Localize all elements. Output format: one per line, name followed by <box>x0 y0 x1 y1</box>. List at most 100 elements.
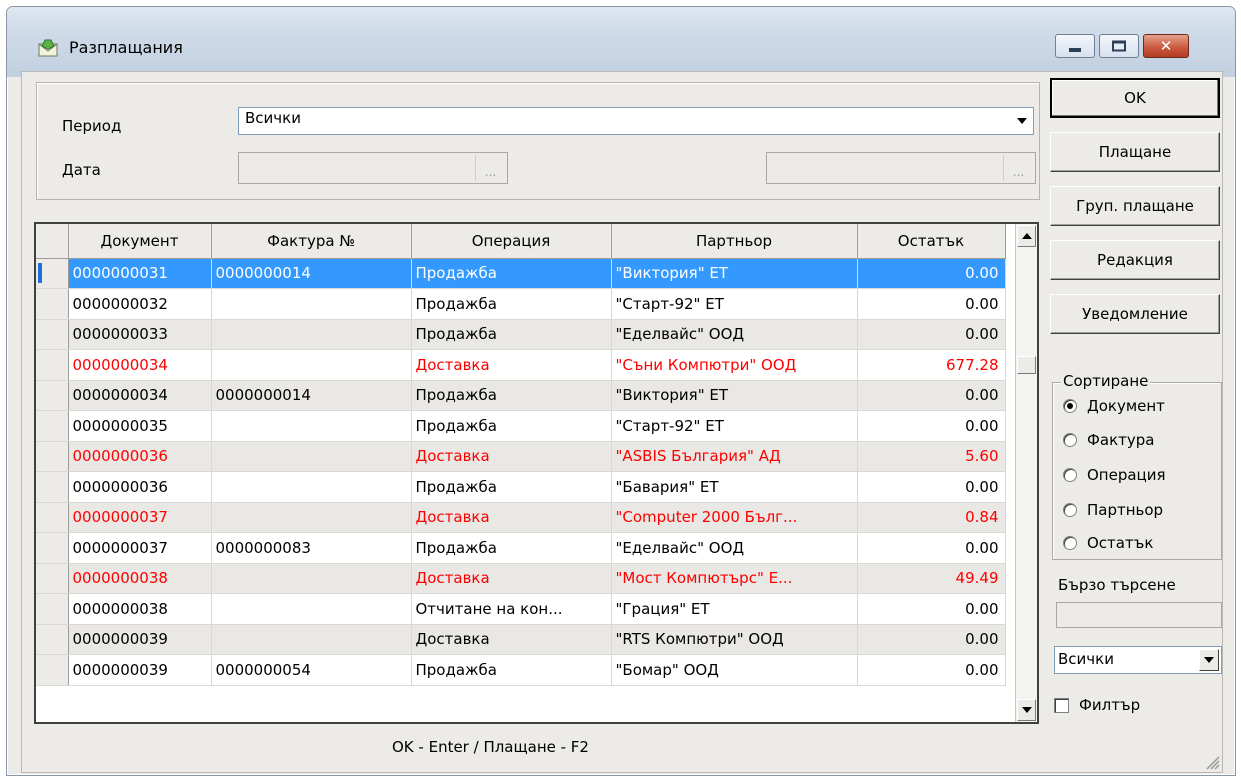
column-header-invoice[interactable]: Фактура № <box>211 224 412 259</box>
table-row[interactable]: 0000000034 0000000014 Продажба "Виктория… <box>36 380 1006 411</box>
sort-option-operation[interactable]: Операция <box>1063 466 1166 484</box>
cell-partner: "ASBIS България" АД <box>611 441 858 472</box>
cell-partner: "RTS Компютри" ООД <box>611 624 858 655</box>
filter-toggle[interactable]: Филтър <box>1054 696 1140 714</box>
quick-search-input[interactable] <box>1056 602 1222 628</box>
payments-window: Разплащания ✕ Период Всички Дата ... ...… <box>6 6 1236 776</box>
cell-invoice: 0000000083 <box>211 532 412 564</box>
scroll-thumb[interactable] <box>1017 356 1036 374</box>
row-indicator[interactable] <box>36 288 69 320</box>
date-from-field[interactable]: ... <box>238 152 508 184</box>
radio-button[interactable] <box>1063 503 1077 517</box>
cell-invoice <box>211 288 412 320</box>
cell-balance: 677.28 <box>857 349 1006 381</box>
close-button[interactable]: ✕ <box>1143 34 1189 58</box>
filters-panel: Период Всички Дата ... ... <box>36 82 1040 200</box>
cell-operation: Продажба <box>411 288 612 320</box>
table-row[interactable]: 0000000037 0000000083 Продажба "Еделвайс… <box>36 532 1006 564</box>
sort-option-balance[interactable]: Остатък <box>1063 534 1153 552</box>
cell-operation: Продажба <box>411 654 612 686</box>
cell-operation: Доставка <box>411 441 612 472</box>
row-indicator[interactable] <box>36 624 69 655</box>
row-indicator[interactable] <box>36 593 69 625</box>
radio-button[interactable] <box>1063 399 1077 413</box>
row-indicator[interactable] <box>36 532 69 564</box>
row-indicator[interactable] <box>36 410 69 442</box>
notify-button[interactable]: Уведомление <box>1050 294 1220 334</box>
cell-balance: 0.00 <box>857 624 1006 655</box>
date-to-picker-button[interactable]: ... <box>1003 155 1033 181</box>
sort-option-label: Остатък <box>1087 534 1154 552</box>
chevron-down-icon[interactable] <box>1199 649 1219 671</box>
row-indicator[interactable] <box>36 319 69 350</box>
title-bar[interactable]: Разплащания ✕ <box>7 7 1235 77</box>
table-row[interactable]: 0000000036 Доставка "ASBIS България" АД … <box>36 441 1006 472</box>
scroll-down-button[interactable] <box>1017 699 1036 721</box>
cell-invoice <box>211 593 412 625</box>
row-indicator[interactable] <box>36 258 69 289</box>
column-header-partner[interactable]: Партньор <box>611 224 858 259</box>
row-indicator[interactable] <box>36 380 69 411</box>
sort-option-partner[interactable]: Партньор <box>1063 501 1163 519</box>
row-indicator[interactable] <box>36 441 69 472</box>
period-select[interactable]: Всички <box>238 107 1034 135</box>
row-indicator[interactable] <box>36 349 69 381</box>
table-row[interactable]: 0000000037 Доставка "Computer 2000 Бълг.… <box>36 502 1006 533</box>
table-row[interactable]: 0000000039 0000000054 Продажба "Бомар" О… <box>36 654 1006 686</box>
ok-button[interactable]: OK <box>1050 78 1220 118</box>
row-indicator[interactable] <box>36 502 69 533</box>
table-row[interactable]: 0000000036 Продажба "Бавария" ЕТ 0.00 <box>36 471 1006 503</box>
chevron-down-icon[interactable] <box>1013 110 1031 132</box>
table-row[interactable]: 0000000038 Доставка "Мост Компютърс" Е..… <box>36 563 1006 594</box>
row-indicator[interactable] <box>36 471 69 503</box>
table-row[interactable]: 0000000039 Доставка "RTS Компютри" ООД 0… <box>36 624 1006 655</box>
cell-operation: Продажба <box>411 410 612 442</box>
radio-button[interactable] <box>1063 468 1077 482</box>
sort-option-label: Фактура <box>1087 431 1155 449</box>
cell-balance: 0.84 <box>857 502 1006 533</box>
close-icon: ✕ <box>1159 37 1173 55</box>
sort-option-label: Партньор <box>1087 501 1164 519</box>
sort-option-label: Документ <box>1087 397 1165 415</box>
cell-document: 0000000035 <box>68 410 212 442</box>
sort-option-invoice[interactable]: Фактура <box>1063 431 1155 449</box>
date-from-picker-button[interactable]: ... <box>475 155 505 181</box>
payments-grid[interactable]: Документ Фактура № Операция Партньор Ост… <box>34 222 1039 724</box>
scope-select[interactable]: Всички <box>1054 646 1222 674</box>
cell-balance: 0.00 <box>857 410 1006 442</box>
table-row[interactable]: 0000000033 Продажба "Еделвайс" ООД 0.00 <box>36 319 1006 350</box>
cell-partner: "Виктория" ЕТ <box>611 380 858 411</box>
cell-balance: 49.49 <box>857 563 1006 594</box>
table-row[interactable]: 0000000038 Отчитане на кон... "Грация" Е… <box>36 593 1006 625</box>
cell-balance: 0.00 <box>857 654 1006 686</box>
cell-document: 0000000037 <box>68 502 212 533</box>
radio-button[interactable] <box>1063 433 1077 447</box>
scroll-up-button[interactable] <box>1017 225 1036 247</box>
table-row[interactable]: 0000000035 Продажба "Старт-92" ЕТ 0.00 <box>36 410 1006 442</box>
sort-option-document[interactable]: Документ <box>1063 397 1165 415</box>
column-header-balance[interactable]: Остатък <box>857 224 1006 259</box>
table-row[interactable]: 0000000032 Продажба "Старт-92" ЕТ 0.00 <box>36 288 1006 320</box>
group-pay-button[interactable]: Груп. плащане <box>1050 186 1220 226</box>
column-header-operation[interactable]: Операция <box>411 224 612 259</box>
table-row[interactable]: 0000000031 0000000014 Продажба "Виктория… <box>36 258 1006 289</box>
client-area: Период Всички Дата ... ... Документ Факт… <box>21 71 1223 773</box>
cell-invoice <box>211 563 412 594</box>
maximize-icon <box>1112 40 1126 52</box>
radio-button[interactable] <box>1063 536 1077 550</box>
cell-partner: "Съни Компютри" ООД <box>611 349 858 381</box>
filter-checkbox[interactable] <box>1054 697 1069 713</box>
row-indicator[interactable] <box>36 654 69 686</box>
minimize-button[interactable] <box>1055 34 1095 58</box>
cell-invoice <box>211 441 412 472</box>
date-to-field[interactable]: ... <box>766 152 1036 184</box>
vertical-scrollbar[interactable] <box>1015 224 1037 722</box>
edit-button[interactable]: Редакция <box>1050 240 1220 280</box>
maximize-button[interactable] <box>1099 34 1139 58</box>
table-row[interactable]: 0000000034 Доставка "Съни Компютри" ООД … <box>36 349 1006 381</box>
pay-button[interactable]: Плащане <box>1050 132 1220 172</box>
cell-partner: "Computer 2000 Бълг... <box>611 502 858 533</box>
column-header-document[interactable]: Документ <box>68 224 212 259</box>
resize-grip-icon[interactable] <box>1202 752 1220 770</box>
row-indicator[interactable] <box>36 563 69 594</box>
